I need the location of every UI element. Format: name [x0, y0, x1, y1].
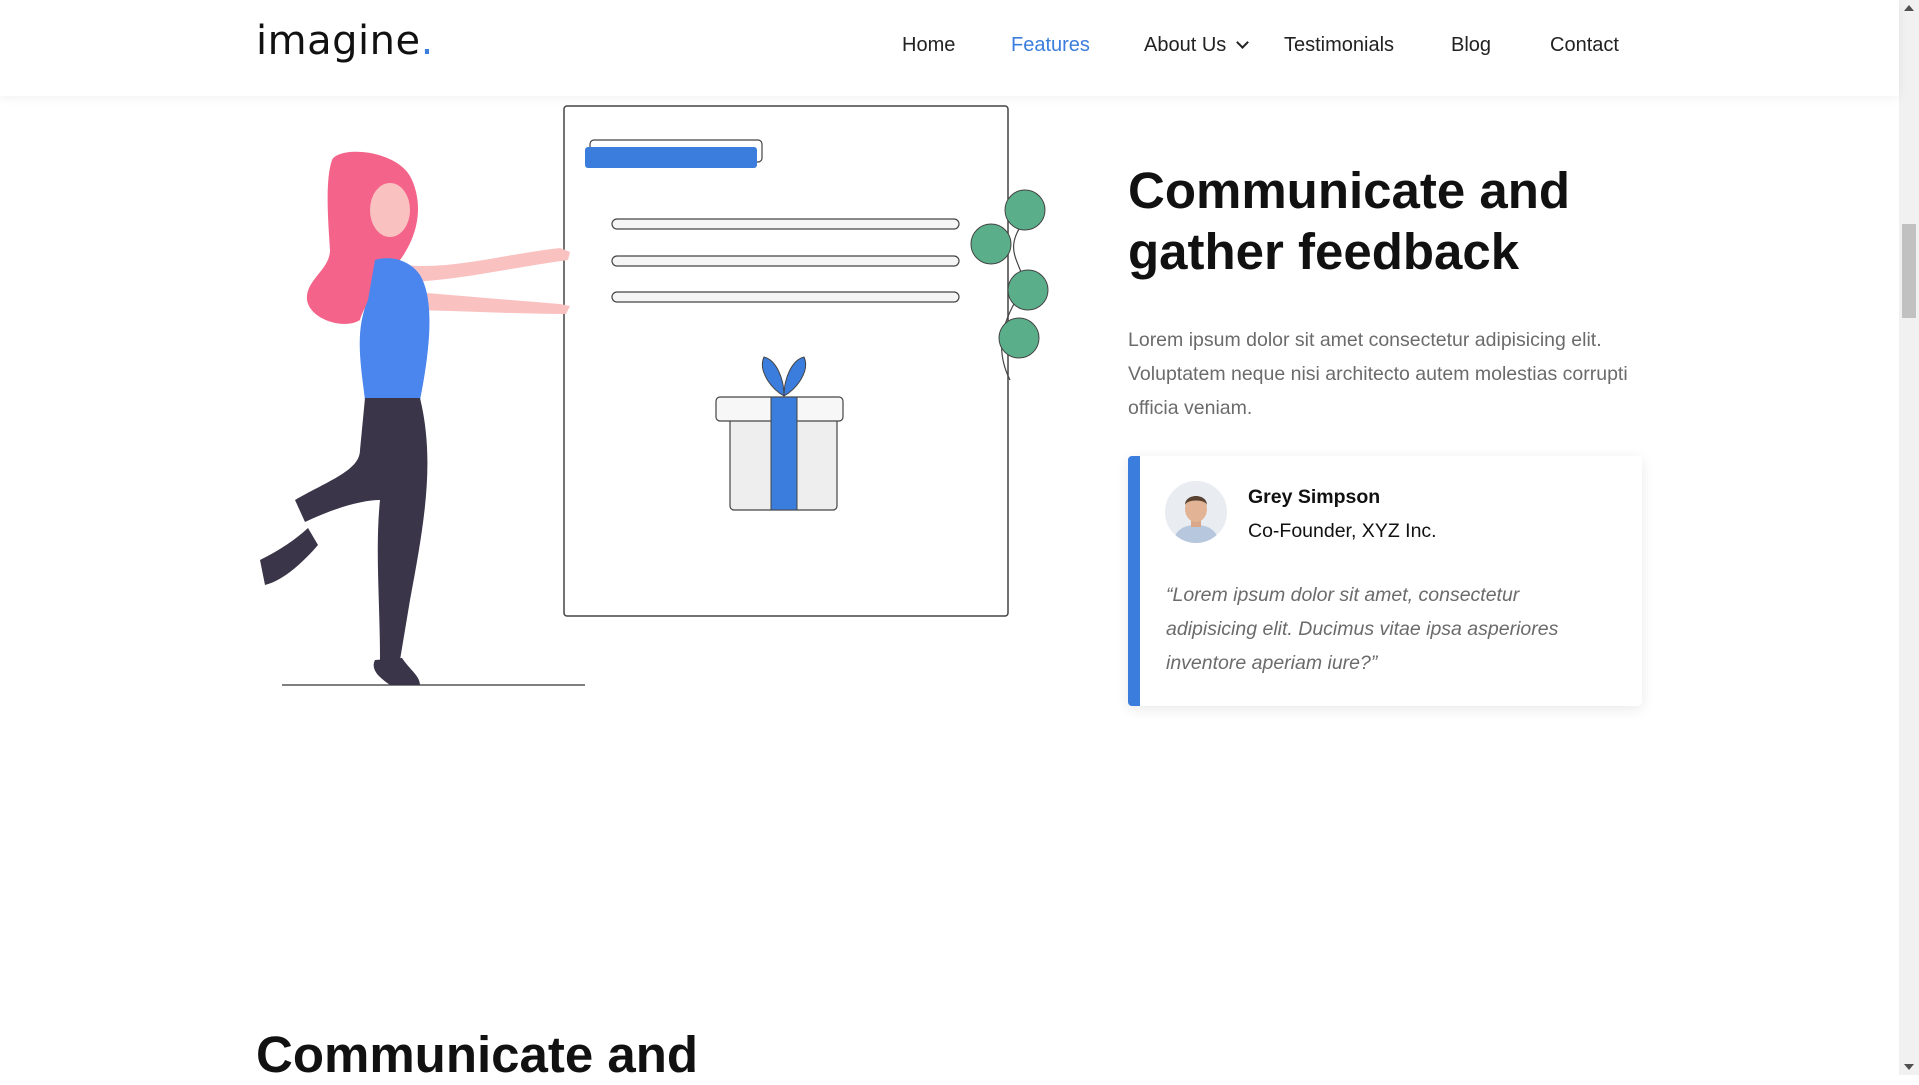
- nav-about-us-label: About Us: [1144, 34, 1227, 56]
- nav-contact[interactable]: Contact: [1550, 34, 1619, 57]
- nav-home[interactable]: Home: [902, 34, 955, 57]
- nav-blog[interactable]: Blog: [1451, 34, 1491, 57]
- document-line-3: [611, 291, 960, 303]
- testimonial-name: Grey Simpson: [1248, 486, 1381, 508]
- feature-description: Lorem ipsum dolor sit amet consectetur a…: [1128, 329, 1628, 419]
- next-section-title: Communicate and: [256, 1026, 699, 1083]
- feedback-illustration: [260, 105, 1049, 686]
- testimonial-quote: “Lorem ipsum dolor sit amet, consectetur…: [1166, 584, 1559, 674]
- feature-title-line-2: gather feedback: [1128, 223, 1520, 280]
- woman-figure: [260, 151, 570, 685]
- testimonial-card: Grey Simpson Co-Founder, XYZ Inc. “Lorem…: [1128, 456, 1642, 706]
- feature-title: Communicate and gather feedback: [1128, 160, 1648, 282]
- document-line-1: [611, 218, 960, 230]
- testimonial-role: Co-Founder, XYZ Inc.: [1248, 520, 1437, 542]
- chevron-down-icon: [1236, 36, 1250, 49]
- scroll-thumb[interactable]: [1902, 224, 1916, 318]
- testimonial-accent-bar: [1128, 456, 1140, 706]
- scroll-down-arrow-icon[interactable]: [1904, 1064, 1914, 1070]
- avatar-photo: [1165, 481, 1227, 543]
- avatar: [1165, 481, 1227, 543]
- nav-features[interactable]: Features: [1011, 34, 1090, 57]
- document-header-bar: [585, 147, 757, 168]
- document-card: [563, 105, 1009, 617]
- site-header: imagine. Home Features About Us Testimon…: [0, 0, 1899, 96]
- nav-testimonials[interactable]: Testimonials: [1284, 34, 1394, 57]
- page-scrollbar[interactable]: [1899, 0, 1919, 1075]
- document-line-2: [611, 255, 960, 267]
- main-nav: Home Features About Us Testimonials Blog…: [0, 34, 1899, 64]
- feature-title-line-1: Communicate and: [1128, 162, 1571, 219]
- nav-about-us[interactable]: About Us: [1144, 34, 1250, 57]
- scroll-up-arrow-icon[interactable]: [1904, 5, 1914, 11]
